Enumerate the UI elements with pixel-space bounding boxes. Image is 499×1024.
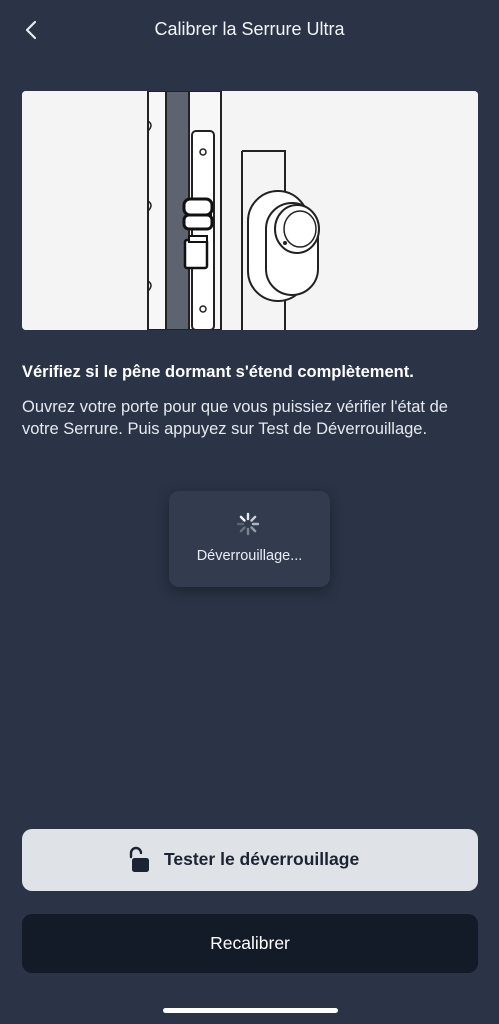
instruction-body: Ouvrez votre porte pour que vous puissie…	[22, 398, 448, 438]
recalibrate-button[interactable]: Recalibrer	[22, 914, 478, 973]
toast-label: Déverrouillage...	[196, 548, 303, 564]
instruction-heading: Vérifiez si le pêne dormant s'étend comp…	[22, 363, 414, 381]
unlock-icon	[129, 846, 149, 872]
door-lock-illustration	[22, 91, 478, 330]
header-bar: Calibrer la Serrure Ultra	[0, 0, 499, 60]
home-indicator[interactable]	[163, 1008, 338, 1013]
recalibrate-label: Recalibrer	[210, 933, 290, 953]
test-unlock-label: Tester le déverrouillage	[164, 849, 360, 869]
unlocking-toast: Déverrouillage...	[169, 491, 330, 587]
page-title: Calibrer la Serrure Ultra	[154, 19, 345, 39]
test-unlock-button[interactable]: Tester le déverrouillage	[22, 829, 478, 891]
spinner-icon	[236, 512, 260, 536]
